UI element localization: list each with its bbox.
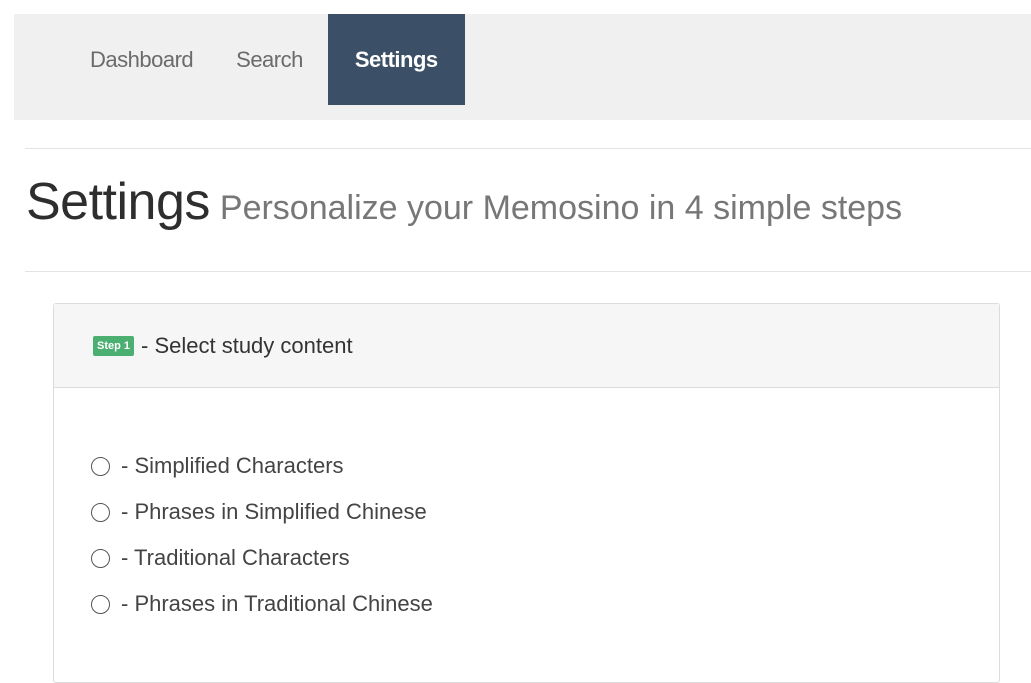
option-label: - Phrases in Simplified Chinese (121, 499, 427, 524)
step1-panel: Step 1 - Select study content - Simplifi… (53, 303, 1000, 683)
top-navbar: Dashboard Search Settings (14, 14, 1031, 120)
option-phrases-simplified[interactable]: - Phrases in Simplified Chinese (91, 489, 999, 535)
option-simplified-characters[interactable]: - Simplified Characters (91, 443, 999, 489)
step1-heading-text: - Select study content (141, 332, 353, 358)
option-label: - Simplified Characters (121, 453, 344, 478)
header-divider-bottom (25, 271, 1031, 272)
option-traditional-characters[interactable]: - Traditional Characters (91, 535, 999, 581)
nav-item-dashboard[interactable]: Dashboard (65, 14, 218, 105)
page-header: Settings Personalize your Memosino in 4 s… (26, 172, 1031, 232)
radio-unchecked-icon[interactable] (91, 456, 110, 476)
option-phrases-traditional[interactable]: - Phrases in Traditional Chinese (91, 581, 999, 627)
page-title: Settings (26, 173, 210, 231)
step1-panel-body: - Simplified Characters - Phrases in Sim… (54, 388, 999, 627)
radio-unchecked-icon[interactable] (91, 594, 110, 614)
radio-unchecked-icon[interactable] (91, 548, 110, 568)
step1-panel-heading: Step 1 - Select study content (54, 304, 999, 388)
option-label: - Traditional Characters (121, 545, 350, 570)
step-badge: Step 1 (93, 335, 135, 356)
nav-list: Dashboard Search Settings (14, 14, 1031, 105)
radio-unchecked-icon[interactable] (91, 502, 110, 522)
page-subtitle: Personalize your Memosino in 4 simple st… (219, 189, 903, 227)
option-label: - Phrases in Traditional Chinese (121, 591, 433, 616)
nav-item-search[interactable]: Search (218, 14, 328, 105)
header-divider-top (25, 148, 1031, 149)
nav-item-settings[interactable]: Settings (327, 14, 465, 105)
